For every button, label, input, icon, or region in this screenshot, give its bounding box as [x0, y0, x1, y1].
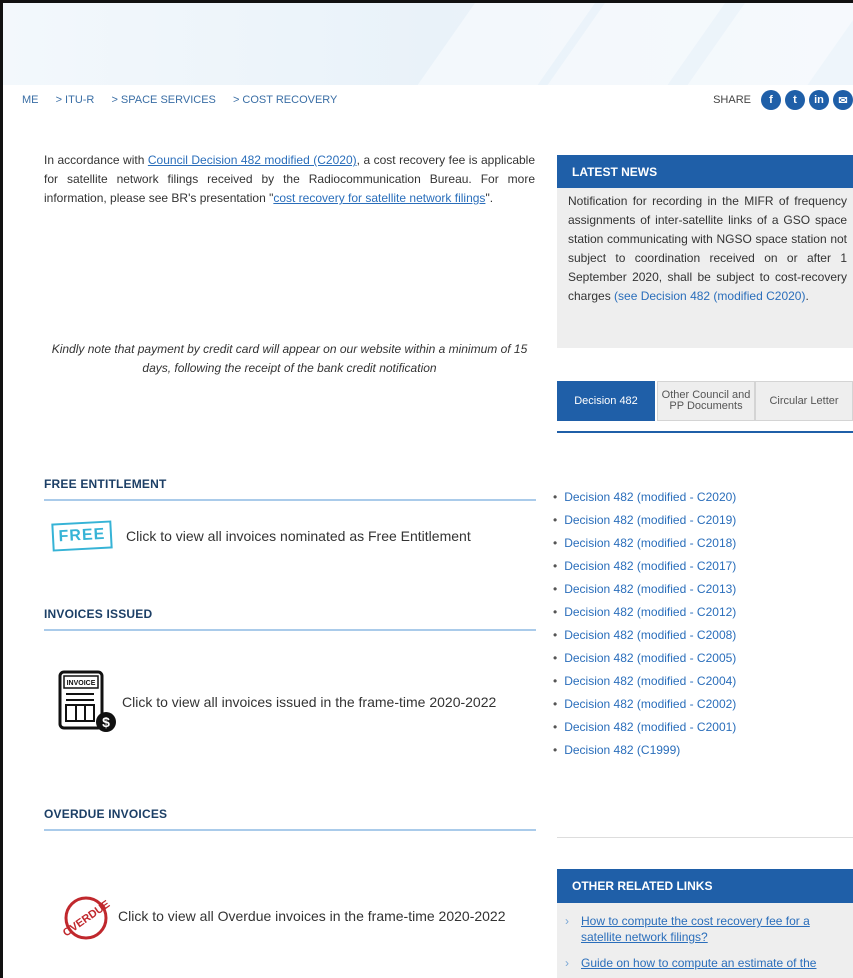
decision-link[interactable]: Decision 482 (modified - C2012) [553, 601, 736, 624]
share-bar: SHARE f t in ✉ [713, 90, 853, 110]
svg-text:$: $ [102, 714, 110, 730]
intro-text-end: ". [485, 191, 494, 205]
related-link-compute-fee[interactable]: How to compute the cost recovery fee for… [581, 913, 843, 945]
share-label: SHARE [713, 94, 751, 106]
breadcrumb-itu-r[interactable]: > ITU-R [56, 94, 95, 106]
decision-link[interactable]: Decision 482 (modified - C2004) [553, 670, 736, 693]
decision-link[interactable]: Decision 482 (modified - C2005) [553, 647, 736, 670]
decision-link[interactable]: Decision 482 (C1999) [553, 739, 736, 762]
breadcrumb-home[interactable]: ME [22, 94, 39, 106]
breadcrumb-space-services[interactable]: > SPACE SERVICES [111, 94, 215, 106]
payment-note: Kindly note that payment by credit card … [51, 342, 528, 375]
related-link-guide[interactable]: Guide on how to compute an estimate of t… [581, 955, 816, 971]
overdue-invoices-text[interactable]: Click to view all Overdue invoices in th… [118, 906, 506, 926]
latest-news-panel: LATEST NEWS Notification for recording i… [557, 155, 853, 348]
documents-tabs: Decision 482 Other Council and PP Docume… [557, 381, 853, 433]
tab-other-council[interactable]: Other Council and PP Documents [657, 381, 755, 421]
related-links-panel: OTHER RELATED LINKS › How to compute the… [557, 869, 853, 978]
free-entitlement-row[interactable]: FREE Click to view all invoices nominate… [51, 520, 532, 552]
free-entitlement-heading: FREE ENTITLEMENT [44, 477, 536, 501]
presentation-link[interactable]: cost recovery for satellite network fili… [273, 191, 485, 205]
chevron-right-icon: › [565, 914, 569, 928]
window-frame-left [0, 0, 3, 978]
related-link-item: › Guide on how to compute an estimate of… [557, 945, 853, 971]
facebook-icon[interactable]: f [761, 90, 781, 110]
decision-link[interactable]: Decision 482 (modified - C2002) [553, 693, 736, 716]
latest-news-text: Notification for recording in the MIFR o… [557, 188, 853, 306]
overdue-invoices-row[interactable]: OVERDUE Click to view all Overdue invoic… [60, 888, 530, 944]
council-decision-link[interactable]: Council Decision 482 modified (C2020) [148, 153, 357, 167]
email-icon[interactable]: ✉ [833, 90, 853, 110]
related-link-item: › How to compute the cost recovery fee f… [557, 903, 853, 945]
invoices-issued-row[interactable]: INVOICE $ Click to view all invoices iss… [56, 670, 516, 734]
breadcrumb: ME > ITU-R > SPACE SERVICES > COST RECOV… [22, 94, 351, 106]
tab-circular-letter[interactable]: Circular Letter [755, 381, 853, 421]
free-badge-icon: FREE [51, 520, 113, 552]
latest-news-link[interactable]: (see Decision 482 (modified C2020) [614, 289, 805, 303]
twitter-icon[interactable]: t [785, 90, 805, 110]
invoices-issued-text[interactable]: Click to view all invoices issued in the… [122, 692, 496, 712]
free-entitlement-text[interactable]: Click to view all invoices nominated as … [126, 526, 471, 546]
intro-paragraph: In accordance with Council Decision 482 … [44, 151, 535, 208]
header-banner [3, 3, 853, 85]
tab-decision-482[interactable]: Decision 482 [557, 381, 655, 421]
decision-link[interactable]: Decision 482 (modified - C2008) [553, 624, 736, 647]
invoice-icon: INVOICE $ [58, 670, 116, 732]
latest-news-title: LATEST NEWS [557, 155, 853, 188]
latest-news-end: . [805, 289, 809, 303]
linkedin-icon[interactable]: in [809, 90, 829, 110]
divider [557, 837, 853, 838]
invoice-icon-label: INVOICE [67, 680, 96, 687]
chevron-right-icon: › [565, 956, 569, 970]
decision-list: Decision 482 (modified - C2020) Decision… [553, 486, 736, 762]
overdue-invoices-heading: OVERDUE INVOICES [44, 807, 536, 831]
decision-link[interactable]: Decision 482 (modified - C2019) [553, 509, 736, 532]
invoices-issued-heading: INVOICES ISSUED [44, 607, 536, 631]
related-links-title: OTHER RELATED LINKS [557, 869, 853, 903]
decision-link[interactable]: Decision 482 (modified - C2018) [553, 532, 736, 555]
latest-news-body: Notification for recording in the MIFR o… [568, 194, 847, 303]
decision-link[interactable]: Decision 482 (modified - C2020) [553, 486, 736, 509]
decision-link[interactable]: Decision 482 (modified - C2017) [553, 555, 736, 578]
breadcrumb-cost-recovery[interactable]: > COST RECOVERY [233, 94, 337, 106]
intro-text-start: In accordance with [44, 153, 148, 167]
decision-link[interactable]: Decision 482 (modified - C2013) [553, 578, 736, 601]
overdue-stamp-icon: OVERDUE [61, 896, 112, 940]
decision-link[interactable]: Decision 482 (modified - C2001) [553, 716, 736, 739]
